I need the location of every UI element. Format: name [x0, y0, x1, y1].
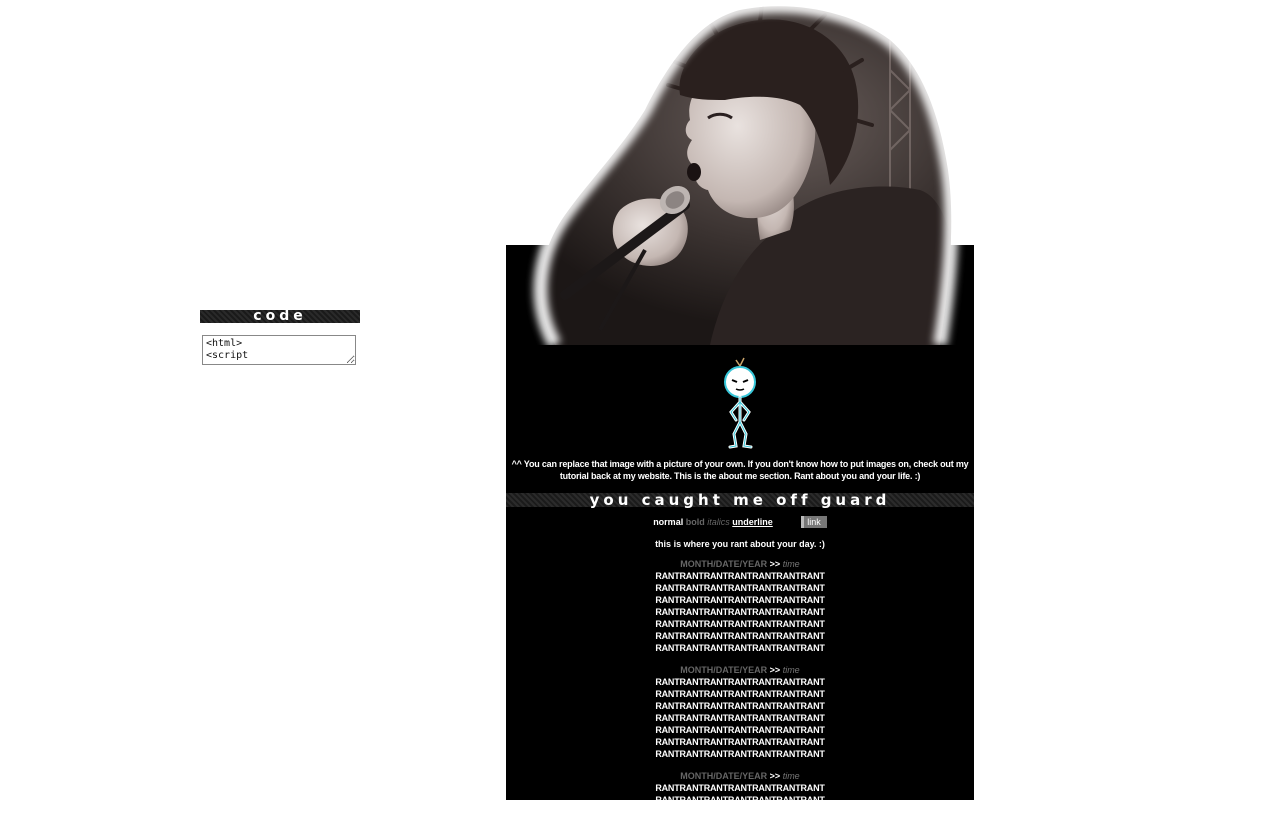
- entry-separator: >>: [769, 771, 781, 781]
- entry-line: RANTRANTRANTRANTRANTRANTRANT: [655, 783, 825, 793]
- journal-entry: MONTH/DATE/YEAR >> time RANTRANTRANTRANT…: [506, 664, 974, 760]
- entry-line: RANTRANTRANTRANTRANTRANTRANT: [655, 749, 825, 759]
- style-italics: italics: [707, 517, 730, 527]
- code-widget: code <html> <script: [200, 310, 360, 365]
- entry-date: MONTH/DATE/YEAR: [680, 559, 768, 569]
- style-bold: bold: [685, 517, 705, 527]
- entry-header: MONTH/DATE/YEAR >> time: [506, 664, 974, 676]
- rant-intro: this is where you rant about your day. :…: [655, 539, 825, 549]
- entry-separator: >>: [769, 665, 781, 675]
- entry-line: RANTRANTRANTRANTRANTRANTRANT: [655, 795, 825, 805]
- entry-header: MONTH/DATE/YEAR >> time: [506, 558, 974, 570]
- entry-line: RANTRANTRANTRANTRANTRANTRANT: [655, 631, 825, 641]
- entry-time: time: [782, 559, 800, 569]
- entry-line: RANTRANTRANTRANTRANTRANTRANT: [655, 571, 825, 581]
- entry-line: RANTRANTRANTRANTRANTRANTRANT: [655, 689, 825, 699]
- journal-entry: MONTH/DATE/YEAR >> time RANTRANTRANTRANT…: [506, 770, 974, 806]
- entry-line: RANTRANTRANTRANTRANTRANTRANT: [655, 619, 825, 629]
- entry-line: RANTRANTRANTRANTRANTRANTRANT: [655, 607, 825, 617]
- journal-entries: MONTH/DATE/YEAR >> time RANTRANTRANTRANT…: [506, 558, 974, 816]
- entry-line: RANTRANTRANTRANTRANTRANTRANT: [655, 737, 825, 747]
- entry-line: RANTRANTRANTRANTRANTRANTRANT: [655, 725, 825, 735]
- section-banner: you caught me off guard: [506, 493, 974, 508]
- sample-link[interactable]: link: [801, 516, 827, 528]
- mascot-image: [716, 352, 764, 450]
- entry-line: RANTRANTRANTRANTRANTRANTRANT: [655, 677, 825, 687]
- style-samples: normal bold italics underline link: [506, 516, 974, 528]
- entry-date: MONTH/DATE/YEAR: [680, 771, 768, 781]
- entry-line: RANTRANTRANTRANTRANTRANTRANT: [655, 701, 825, 711]
- style-underline: underline: [732, 517, 773, 527]
- entry-time: time: [782, 665, 800, 675]
- journal-entry: MONTH/DATE/YEAR >> time RANTRANTRANTRANT…: [506, 558, 974, 654]
- entry-line: RANTRANTRANTRANTRANTRANTRANT: [655, 643, 825, 653]
- code-header: code: [200, 310, 360, 323]
- header-photo: [470, 0, 975, 345]
- entry-line: RANTRANTRANTRANTRANTRANTRANT: [655, 583, 825, 593]
- code-textarea[interactable]: <html> <script: [202, 335, 356, 365]
- entry-line: RANTRANTRANTRANTRANTRANTRANT: [655, 713, 825, 723]
- entry-date: MONTH/DATE/YEAR: [680, 665, 768, 675]
- entry-time: time: [782, 771, 800, 781]
- entry-separator: >>: [769, 559, 781, 569]
- entry-line: RANTRANTRANTRANTRANTRANTRANT: [655, 595, 825, 605]
- style-normal: normal: [653, 517, 684, 527]
- entry-header: MONTH/DATE/YEAR >> time: [506, 770, 974, 782]
- about-text: ^^ You can replace that image with a pic…: [511, 459, 969, 481]
